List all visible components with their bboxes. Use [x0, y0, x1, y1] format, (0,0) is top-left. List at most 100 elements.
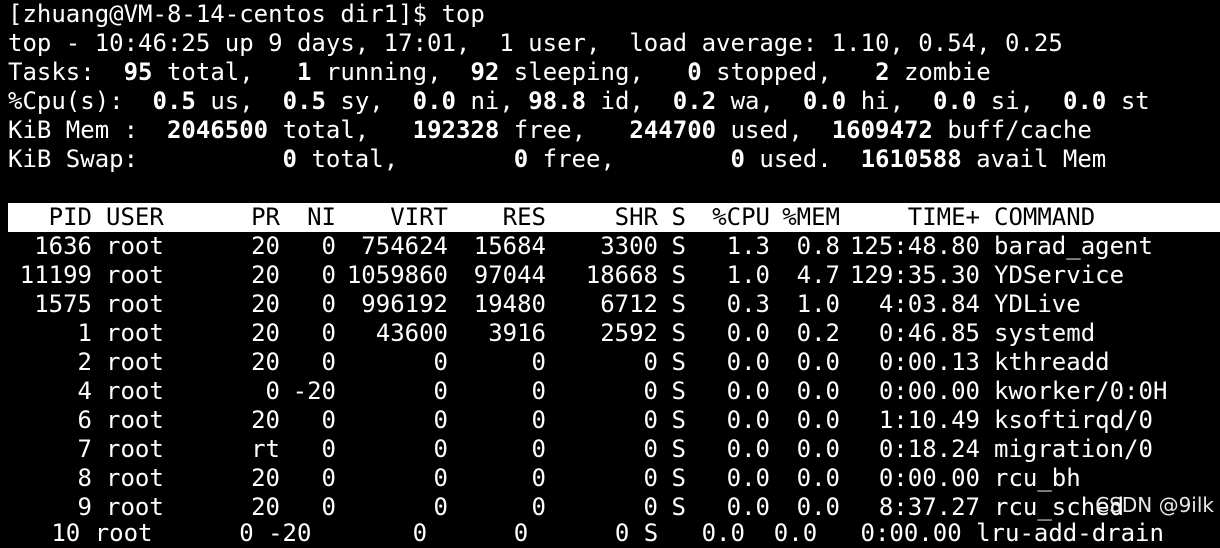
process-cpu: 0.3 [726, 290, 770, 318]
process-cpu: 0.0 [726, 348, 770, 376]
process-table-header[interactable]: PID USER PR NI VIRT RES SHR S %CPU %MEM TIME+ COMMA… [8, 203, 1220, 232]
cpu-st-label: st [1120, 87, 1150, 115]
process-row[interactable]: 4 root 0 -20 0 0 0 S 0.0 0.0 0:00.00 kworker/0:0H [8, 377, 1220, 406]
tasks-zombie: 2 [875, 58, 890, 86]
col-user[interactable]: USER [92, 203, 224, 232]
process-cpu: 0.0 [726, 319, 770, 347]
col-res[interactable]: RES [448, 203, 546, 232]
process-pr: 20 [251, 290, 280, 318]
col-s[interactable]: S [658, 203, 686, 232]
process-pid: 2 [77, 348, 92, 376]
col-mem[interactable]: %MEM [770, 203, 840, 232]
cpu-ni: 0.0 [412, 87, 457, 115]
process-cpu: 0.0 [726, 435, 770, 463]
process-pr: 20 [251, 348, 280, 376]
process-virt: 0 [433, 435, 448, 463]
process-row[interactable]: 8 root 20 0 0 0 0 S 0.0 0.0 0:00.00 rcu_bh [8, 464, 1220, 493]
csdn-watermark: CSDN @9ilk [1095, 493, 1214, 517]
col-command[interactable]: COMMAND [980, 203, 1095, 232]
process-row[interactable]: 7 root rt 0 0 0 0 S 0.0 0.0 0:18.24 migration/0 [8, 435, 1220, 464]
col-pid[interactable]: PID [8, 203, 92, 232]
process-time: 0:00.13 [878, 348, 980, 376]
process-state: S [671, 319, 686, 347]
process-res: 97044 [473, 261, 546, 289]
process-state: S [671, 493, 686, 521]
swap-avail: 1610588 [860, 145, 962, 173]
process-mem: 0.0 [796, 493, 840, 521]
process-pr: 20 [251, 261, 280, 289]
process-row[interactable]: 2 root 20 0 0 0 0 S 0.0 0.0 0:00.13 kthreadd [8, 348, 1220, 377]
process-row[interactable]: 11199 root 20 0 1059860 97044 18668 S 1.0 4.7 129:… [8, 261, 1220, 290]
shell-prompt-line: [zhuang@VM-8-14-centos dir1]$ top [8, 0, 485, 28]
process-res: 15684 [473, 232, 546, 260]
process-user: root [106, 435, 164, 463]
process-user: root [106, 406, 164, 434]
process-command: barad_agent [994, 232, 1153, 260]
tasks-sleeping-label: sleeping, [513, 58, 644, 86]
process-user: root [106, 348, 164, 376]
process-mem: 0.0 [796, 406, 840, 434]
process-res: 19480 [473, 290, 546, 318]
process-ni: 0 [321, 261, 336, 289]
process-virt: 996192 [361, 290, 448, 318]
process-pr: 20 [251, 319, 280, 347]
process-mem: 1.0 [796, 290, 840, 318]
process-time: 0:00.00 [878, 464, 980, 492]
swap-total: 0 [282, 145, 297, 173]
cpu-hi-label: hi, [860, 87, 905, 115]
process-shr: 0 [643, 435, 658, 463]
col-pr[interactable]: PR [224, 203, 280, 232]
process-user: root [106, 493, 164, 521]
process-mem: 0.8 [796, 232, 840, 260]
process-command: YDLive [994, 290, 1081, 318]
partial-process-row: 10 root 0 -20 0 0 0 S 0.0 0.0 0:00.00 lr… [8, 519, 1164, 547]
process-time: 8:37.27 [878, 493, 980, 521]
process-pr: 20 [251, 232, 280, 260]
process-ni: 0 [321, 435, 336, 463]
mem-free: 192328 [412, 116, 500, 144]
process-state: S [671, 290, 686, 318]
col-time[interactable]: TIME+ [840, 203, 980, 232]
process-time: 1:10.49 [878, 406, 980, 434]
cpu-si-label: si, [990, 87, 1035, 115]
process-user: root [106, 232, 164, 260]
col-shr[interactable]: SHR [546, 203, 658, 232]
col-cpu[interactable]: %CPU [686, 203, 770, 232]
process-row[interactable]: 6 root 20 0 0 0 0 S 0.0 0.0 1:10.49 ksoftirqd/0 [8, 406, 1220, 435]
swap-line: KiB Swap: 0 total, 0 free, 0 used. 16105… [8, 145, 1220, 174]
process-res: 0 [531, 464, 546, 492]
process-command: rcu_bh [994, 464, 1081, 492]
process-cpu: 0.0 [726, 464, 770, 492]
tasks-sleeping: 92 [470, 58, 500, 86]
mem-line: KiB Mem : 2046500 total, 192328 free, 24… [8, 116, 1220, 145]
swap-free-label: free, [542, 145, 615, 173]
process-res: 0 [531, 377, 546, 405]
process-row[interactable]: 1 root 20 0 43600 3916 2592 S 0.0 0.2 0:46.85 syste… [8, 319, 1220, 348]
process-time: 4:03.84 [878, 290, 980, 318]
process-time: 0:00.00 [878, 377, 980, 405]
tasks-total: 95 [123, 58, 153, 86]
process-pid: 8 [77, 464, 92, 492]
terminal[interactable]: [zhuang@VM-8-14-centos dir1]$ top top - … [8, 0, 1220, 522]
cpu-sy-label: sy, [340, 87, 384, 115]
process-virt: 43600 [375, 319, 448, 347]
process-time: 0:18.24 [878, 435, 980, 463]
process-row[interactable]: 9 root 20 0 0 0 0 S 0.0 0.0 8:37.27 rcu_sched [8, 493, 1220, 522]
cpu-ni-label: ni, [470, 87, 514, 115]
process-state: S [671, 348, 686, 376]
col-virt[interactable]: VIRT [336, 203, 448, 232]
process-cpu: 0.0 [726, 493, 770, 521]
process-row[interactable]: 1575 root 20 0 996192 19480 6712 S 0.3 1.0 4:03.84… [8, 290, 1220, 319]
process-virt: 1059860 [346, 261, 448, 289]
process-row[interactable]: 1636 root 20 0 754624 15684 3300 S 1.3 0.8 125:48.… [8, 232, 1220, 261]
swap-used: 0 [730, 145, 745, 173]
mem-total: 2046500 [166, 116, 269, 144]
col-ni[interactable]: NI [280, 203, 336, 232]
process-res: 0 [531, 348, 546, 376]
process-pr: 0 [265, 377, 280, 405]
process-res: 0 [531, 406, 546, 434]
cpu-id-label: id, [600, 87, 644, 115]
cpu-wa-label: wa, [730, 87, 774, 115]
tasks-stopped-label: stopped, [716, 58, 832, 86]
